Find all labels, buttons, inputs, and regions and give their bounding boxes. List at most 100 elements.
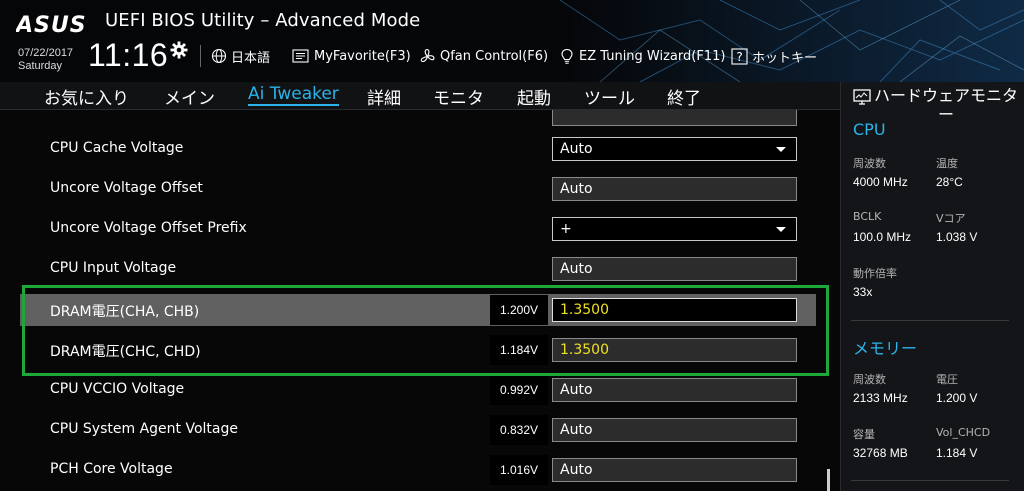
header-divider [200, 45, 201, 67]
cpu-vccio-voltage-field[interactable]: Auto [552, 378, 797, 402]
asus-logo-text: ASUS [16, 13, 87, 38]
cpu-temperature-value: 28°C [936, 175, 963, 189]
help-icon: ? [731, 47, 748, 65]
dram-voltage-chc-chd-field[interactable]: 1.3500 [552, 338, 797, 362]
current-voltage-readout: 1.184V [490, 335, 548, 365]
ez-tuning-wizard-button[interactable]: EZ Tuning Wizard(F11) [559, 46, 725, 66]
memory-capacity-value: 32768 MB [853, 446, 908, 460]
vol-chcd-label: Vol_CHCD [936, 426, 991, 439]
vcore-value: 1.038 V [936, 230, 978, 244]
tab-favorites[interactable]: お気に入り [44, 84, 129, 109]
language-label: 日本語 [231, 50, 271, 66]
scrollbar-track[interactable] [826, 110, 830, 491]
main-menu-bar: お気に入り メイン Ai Tweaker 詳細 モニタ 起動 ツール 終了 [0, 82, 840, 110]
date-display: 07/22/2017 Saturday [18, 47, 73, 73]
hotkeys-button[interactable]: ? ホットキー [731, 46, 817, 66]
current-voltage-readout: 0.832V [490, 415, 548, 445]
section-divider [851, 480, 1009, 481]
tab-main[interactable]: メイン [164, 84, 215, 109]
cpu-frequency-label: 周波数 [853, 157, 886, 170]
tab-exit[interactable]: 終了 [667, 84, 701, 109]
favorite-list-icon [292, 49, 309, 63]
setting-row-dram-voltage-cha-chb[interactable]: DRAM電圧(CHA, CHB) 1.200V 1.3500 [20, 294, 816, 326]
chevron-down-icon [776, 147, 786, 152]
tab-monitor[interactable]: モニタ [433, 84, 484, 109]
clock: 11:16 [88, 37, 169, 73]
qfan-control-button[interactable]: Qfan Control(F6) [419, 46, 548, 66]
current-voltage-readout: 1.016V [490, 455, 548, 485]
bclk-label: BCLK [853, 210, 882, 223]
day-text: Saturday [18, 60, 63, 72]
setting-row-cpu-cache-voltage[interactable]: CPU Cache Voltage Auto [20, 133, 816, 165]
cpu-cache-voltage-select[interactable]: Auto [552, 137, 797, 161]
scrollbar-thumb[interactable] [827, 469, 830, 491]
gear-icon[interactable] [170, 41, 188, 59]
setting-label: DRAM電圧(CHC, CHD) [50, 344, 201, 360]
setting-row-cpu-vccio-voltage[interactable]: CPU VCCIO Voltage 0.992V Auto [20, 374, 816, 406]
svg-text:?: ? [736, 49, 742, 63]
setting-label: Uncore Voltage Offset Prefix [50, 220, 247, 236]
setting-label: CPU VCCIO Voltage [50, 381, 185, 397]
select-value: + [560, 221, 572, 237]
uncore-voltage-offset-prefix-select[interactable]: + [552, 217, 797, 241]
memory-frequency-label: 周波数 [853, 373, 886, 386]
cpu-frequency-value: 4000 MHz [853, 175, 908, 189]
setting-label: PCH Core Voltage [50, 461, 173, 477]
hardware-monitor-panel: ハードウェアモニター CPU 周波数 温度 4000 MHz 28°C BCLK… [840, 82, 1024, 491]
setting-row-dram-voltage-chc-chd[interactable]: DRAM電圧(CHC, CHD) 1.184V 1.3500 [20, 334, 816, 366]
cpu-temperature-label: 温度 [936, 157, 958, 170]
section-divider [851, 320, 1009, 321]
memory-capacity-label: 容量 [853, 428, 875, 441]
fan-icon [420, 48, 435, 62]
qfan-label: Qfan Control(F6) [440, 48, 549, 64]
globe-icon [211, 48, 227, 64]
lightbulb-icon [561, 48, 573, 64]
dram-voltage-cha-chb-field[interactable]: 1.3500 [552, 298, 797, 322]
ratio-label: 動作倍率 [853, 267, 897, 280]
memory-voltage-label: 電圧 [936, 373, 958, 386]
setting-label: CPU Cache Voltage [50, 140, 184, 156]
vol-chcd-value: 1.184 V [936, 446, 978, 460]
pch-core-voltage-field[interactable]: Auto [552, 458, 797, 482]
hardware-monitor-title: ハードウェアモニター [873, 86, 1018, 124]
current-voltage-readout: 1.200V [490, 295, 548, 325]
setting-label: DRAM電圧(CHA, CHB) [50, 304, 200, 320]
hotkeys-label: ホットキー [752, 50, 818, 66]
app-title: UEFI BIOS Utility – Advanced Mode [105, 10, 421, 31]
bclk-value: 100.0 MHz [853, 230, 912, 244]
uncore-voltage-offset-field[interactable]: Auto [552, 177, 797, 201]
setting-row-cpu-input-voltage[interactable]: CPU Input Voltage Auto [20, 253, 816, 285]
ez-tuning-label: EZ Tuning Wizard(F11) [579, 48, 726, 64]
cpu-input-voltage-field[interactable]: Auto [552, 257, 797, 281]
select-value: Auto [560, 141, 593, 157]
setting-label: CPU Input Voltage [50, 260, 177, 276]
tab-ai-tweaker[interactable]: Ai Tweaker [248, 84, 339, 106]
date-text: 07/22/2017 [18, 47, 74, 59]
previous-setting-field[interactable] [552, 110, 797, 126]
chevron-down-icon [776, 227, 786, 232]
myfavorite-button[interactable]: MyFavorite(F3) [292, 46, 411, 66]
memory-section-title: メモリー [853, 339, 918, 358]
setting-row-uncore-voltage-offset[interactable]: Uncore Voltage Offset Auto [20, 173, 816, 205]
current-voltage-readout: 0.992V [490, 375, 548, 405]
cpu-section-title: CPU [853, 120, 886, 139]
memory-frequency-value: 2133 MHz [853, 391, 908, 405]
setting-label: CPU System Agent Voltage [50, 421, 238, 437]
hardware-monitor-header: ハードウェアモニター [853, 86, 1021, 124]
language-button[interactable]: 日本語 [211, 46, 270, 66]
setting-label: Uncore Voltage Offset [50, 180, 203, 196]
setting-row-cpu-system-agent-voltage[interactable]: CPU System Agent Voltage 0.832V Auto [20, 414, 816, 446]
setting-row-uncore-voltage-offset-prefix[interactable]: Uncore Voltage Offset Prefix + [20, 213, 816, 245]
setting-row-pch-core-voltage[interactable]: PCH Core Voltage 1.016V Auto [20, 454, 816, 486]
tab-boot[interactable]: 起動 [517, 84, 551, 109]
title-bar: ASUS UEFI BIOS Utility – Advanced Mode 0… [0, 0, 1024, 82]
vcore-label: Vコア [936, 212, 966, 225]
memory-voltage-value: 1.200 V [936, 391, 978, 405]
tab-advanced[interactable]: 詳細 [367, 84, 401, 109]
cpu-system-agent-voltage-field[interactable]: Auto [552, 418, 797, 442]
tab-tool[interactable]: ツール [584, 84, 635, 109]
asus-logo: ASUS [16, 13, 87, 38]
ratio-value: 33x [853, 285, 873, 299]
monitor-icon [853, 89, 871, 105]
myfavorite-label: MyFavorite(F3) [314, 48, 411, 64]
